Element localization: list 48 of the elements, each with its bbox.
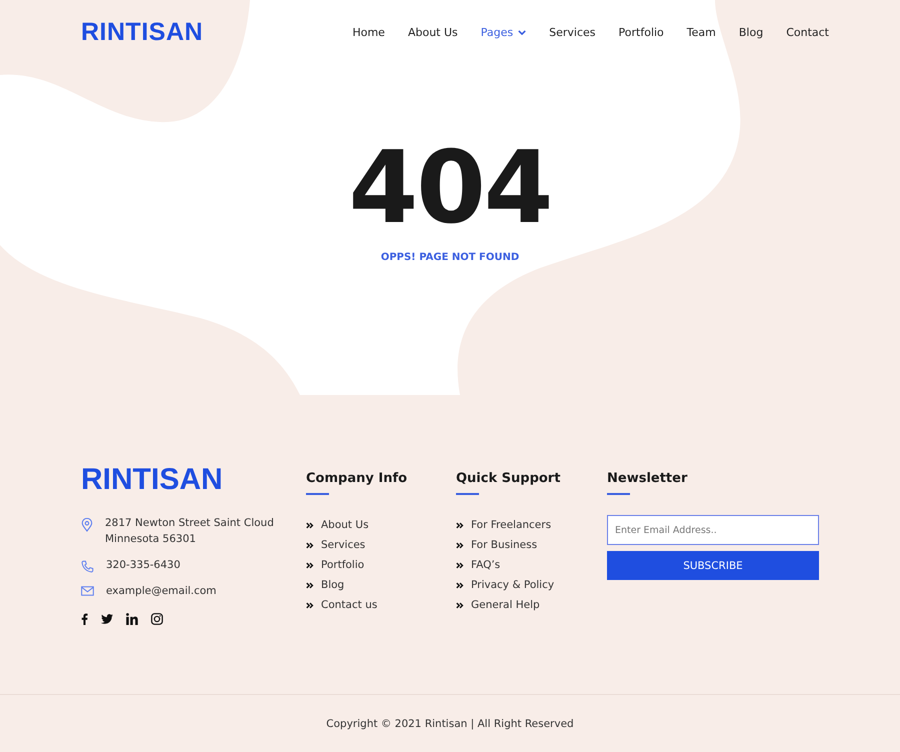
double-chevron-icon (306, 582, 314, 588)
contact-text: 320-335-6430 (106, 558, 180, 573)
footer-link[interactable]: About Us (321, 519, 369, 531)
double-chevron-icon (456, 582, 464, 588)
footer-link[interactable]: FAQ’s (471, 559, 500, 571)
column-heading: Quick Support (456, 471, 562, 486)
nav-link[interactable]: Contact (786, 26, 829, 38)
footer-link[interactable]: Services (321, 539, 366, 551)
footer-link[interactable]: For Freelancers (471, 519, 552, 531)
nav-link[interactable]: Home (352, 26, 385, 38)
footer-link[interactable]: General Help (471, 599, 540, 611)
twitter-icon[interactable] (101, 614, 113, 624)
logo[interactable]: RINTISAN (81, 465, 306, 495)
nav-link[interactable]: About Us (408, 26, 458, 38)
double-chevron-icon (306, 542, 314, 548)
logo[interactable]: RINTISAN (81, 18, 204, 46)
footer-link[interactable]: Blog (321, 579, 344, 591)
email-field[interactable]: Enter Email Address.. (607, 515, 819, 545)
nav-link[interactable]: Portfolio (618, 26, 664, 38)
double-chevron-icon (306, 562, 314, 568)
footer-link[interactable]: Contact us (321, 599, 378, 611)
double-chevron-icon (306, 602, 314, 608)
nav-link[interactable]: Blog (738, 26, 764, 38)
nav-link[interactable]: Team (686, 26, 716, 38)
double-chevron-icon (456, 522, 464, 528)
copyright-text: Copyright © 2021 Rintisan | All Right Reserved (326, 718, 574, 730)
column-heading: Newsletter (607, 471, 688, 486)
facebook-icon[interactable] (81, 613, 88, 625)
location-pin-icon (81, 518, 93, 532)
instagram-icon[interactable] (151, 613, 163, 625)
footer-link[interactable]: Portfolio (321, 559, 364, 571)
nav-link[interactable]: Services (549, 26, 596, 38)
double-chevron-icon (306, 522, 314, 528)
error-message: OPPS! PAGE NOT FOUND (380, 252, 520, 263)
column-heading: Company Info (306, 471, 408, 486)
footer-link[interactable]: Privacy & Policy (471, 579, 554, 591)
mail-icon (81, 586, 94, 596)
contact-text: example@email.com (106, 584, 216, 599)
contact-text: 2817 Newton Street Saint Cloud Minnesota 56301 (105, 516, 274, 547)
double-chevron-icon (456, 542, 464, 548)
footer-link[interactable]: For Business (471, 539, 538, 551)
linkedin-icon[interactable] (126, 613, 138, 625)
error-code: 404 (348, 138, 552, 238)
double-chevron-icon (456, 602, 464, 608)
double-chevron-icon (456, 562, 464, 568)
nav-link[interactable]: Pages (480, 26, 526, 38)
subscribe-button[interactable]: SUBSCRIBE (607, 551, 819, 580)
phone-icon (81, 560, 94, 573)
